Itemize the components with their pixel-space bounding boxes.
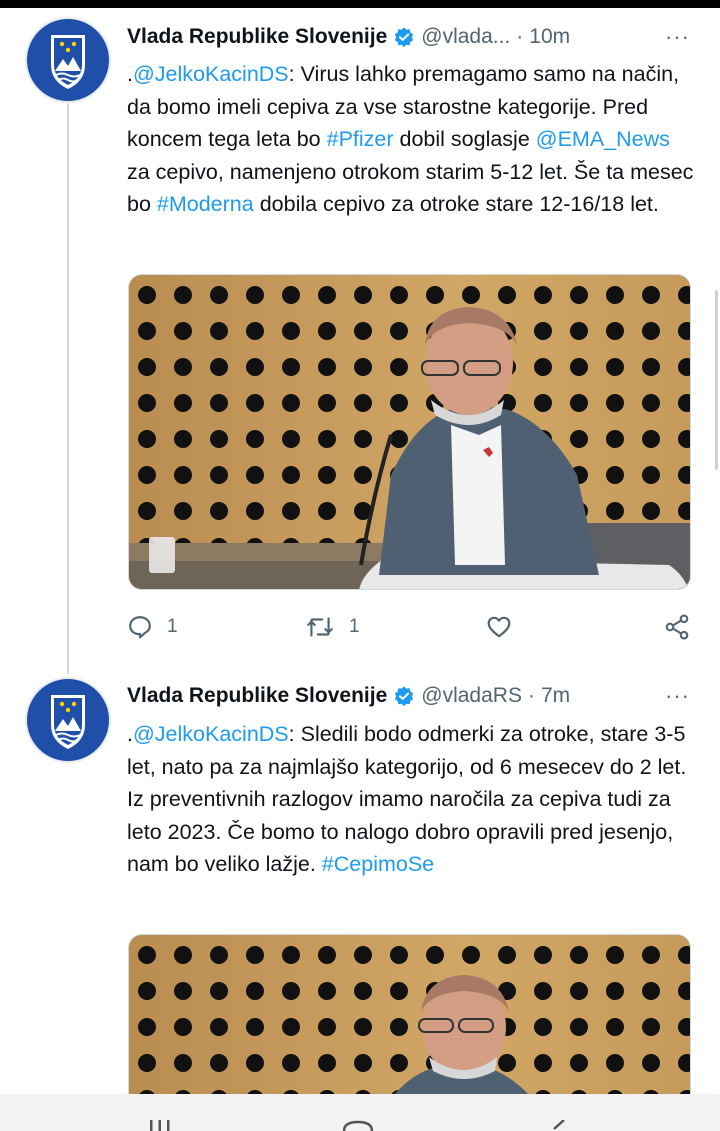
tweet-text: .@JelkoKacinDS: Sledili bodo odmerki za … xyxy=(127,718,697,881)
system-navigation-bar xyxy=(0,1094,720,1131)
tweet-actions: 1 1 xyxy=(127,610,697,644)
verified-badge-icon xyxy=(395,27,414,48)
separator-dot: · xyxy=(516,25,524,48)
verified-badge-icon xyxy=(395,686,414,707)
reply-button[interactable]: 1 xyxy=(127,610,178,644)
mention-link[interactable]: @JelkoKacinDS xyxy=(133,62,289,86)
hashtag-link[interactable]: #Moderna xyxy=(157,192,254,216)
retweet-button[interactable]: 1 xyxy=(305,610,360,644)
author-name[interactable]: Vlada Republike Slovenije xyxy=(127,684,387,708)
retweet-icon xyxy=(307,617,333,637)
mention-link[interactable]: @JelkoKacinDS xyxy=(133,722,289,746)
hashtag-link[interactable]: #Pfizer xyxy=(327,127,394,151)
share-button[interactable] xyxy=(663,610,691,644)
scroll-indicator[interactable] xyxy=(715,290,718,470)
author-name[interactable]: Vlada Republike Slovenije xyxy=(127,25,387,49)
text-segment: dobila cepivo za otroke stare 12-16/18 l… xyxy=(253,192,659,216)
like-button[interactable] xyxy=(485,610,513,644)
reply-icon xyxy=(129,616,151,639)
author-handle[interactable]: @vlada... xyxy=(421,25,510,49)
coat-of-arms-icon xyxy=(51,695,85,749)
separator-dot: · xyxy=(527,684,535,707)
avatar[interactable] xyxy=(25,17,111,103)
avatar[interactable] xyxy=(25,677,111,763)
photo-speaker-at-microphone xyxy=(129,935,690,1094)
back-icon[interactable] xyxy=(548,1120,568,1131)
more-options-icon[interactable]: ··· xyxy=(665,679,690,713)
status-bar-edge xyxy=(0,0,720,8)
mention-link[interactable]: @EMA_News xyxy=(536,127,670,151)
share-icon xyxy=(665,614,689,640)
tweet-header: Vlada Republike Slovenije @vladaRS · 7m xyxy=(127,679,570,713)
tweet-timestamp[interactable]: 7m xyxy=(541,684,570,708)
tweet-header: Vlada Republike Slovenije @vlada... · 10… xyxy=(127,20,570,54)
tweet-text: .@JelkoKacinDS: Virus lahko premagamo sa… xyxy=(127,58,697,221)
heart-icon xyxy=(487,616,511,638)
photo-speaker-at-microphone xyxy=(129,275,690,589)
thread-connector-line xyxy=(67,102,69,674)
retweet-count: 1 xyxy=(349,616,360,637)
reply-count: 1 xyxy=(167,616,178,637)
text-segment: dobil soglasje xyxy=(393,127,536,151)
tweet-photo[interactable] xyxy=(128,274,691,590)
tweet-photo[interactable] xyxy=(128,934,691,1094)
more-options-icon[interactable]: ··· xyxy=(665,20,690,54)
hashtag-link[interactable]: #CepimoSe xyxy=(322,852,434,876)
home-icon[interactable] xyxy=(342,1120,374,1131)
coat-of-arms-icon xyxy=(51,35,85,89)
author-handle[interactable]: @vladaRS xyxy=(421,684,522,708)
recent-apps-icon[interactable] xyxy=(148,1120,172,1131)
tweet-timestamp[interactable]: 10m xyxy=(529,25,570,49)
